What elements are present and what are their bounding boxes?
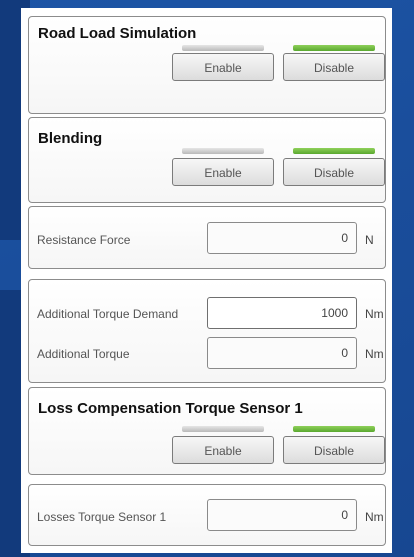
group-road-load-simulation: Road Load Simulation Enable Disable bbox=[28, 16, 386, 114]
blending-disable-button[interactable]: Disable bbox=[283, 158, 385, 186]
disable-indicator bbox=[293, 426, 375, 432]
resistance-force-unit: N bbox=[365, 233, 374, 247]
resistance-force-field[interactable]: 0 bbox=[207, 222, 357, 254]
blending-enable-button[interactable]: Enable bbox=[172, 158, 274, 186]
disable-indicator bbox=[293, 45, 375, 51]
group-title-loss-compensation: Loss Compensation Torque Sensor 1 bbox=[38, 400, 303, 417]
losses-torque-sensor-1-label: Losses Torque Sensor 1 bbox=[37, 510, 167, 524]
additional-torque-field[interactable]: 0 bbox=[207, 337, 357, 369]
control-panel: Road Load Simulation Enable Disable Blen… bbox=[21, 8, 392, 553]
group-blending: Blending Enable Disable bbox=[28, 117, 386, 203]
additional-torque-demand-field[interactable]: 1000 bbox=[207, 297, 357, 329]
additional-torque-unit: Nm bbox=[365, 347, 384, 361]
group-losses-torque-sensor-1: Losses Torque Sensor 1 0 Nm bbox=[28, 484, 386, 546]
road-load-enable-button[interactable]: Enable bbox=[172, 53, 274, 81]
loss-compensation-enable-button[interactable]: Enable bbox=[172, 436, 274, 464]
loss-compensation-disable-button[interactable]: Disable bbox=[283, 436, 385, 464]
losses-torque-sensor-1-field[interactable]: 0 bbox=[207, 499, 357, 531]
group-loss-compensation: Loss Compensation Torque Sensor 1 Enable… bbox=[28, 387, 386, 475]
enable-indicator bbox=[182, 148, 264, 154]
group-title-blending: Blending bbox=[38, 130, 103, 147]
enable-indicator bbox=[182, 45, 264, 51]
enable-indicator bbox=[182, 426, 264, 432]
additional-torque-demand-unit: Nm bbox=[365, 307, 384, 321]
resistance-force-label: Resistance Force bbox=[37, 233, 131, 247]
group-additional-torque: Additional Torque Demand 1000 Nm Additio… bbox=[28, 279, 386, 383]
group-title-road-load-simulation: Road Load Simulation bbox=[38, 25, 197, 42]
additional-torque-demand-label: Additional Torque Demand bbox=[37, 307, 179, 321]
road-load-disable-button[interactable]: Disable bbox=[283, 53, 385, 81]
disable-indicator bbox=[293, 148, 375, 154]
group-resistance-force: Resistance Force 0 N bbox=[28, 206, 386, 269]
additional-torque-label: Additional Torque bbox=[37, 347, 130, 361]
losses-torque-sensor-1-unit: Nm bbox=[365, 510, 384, 524]
